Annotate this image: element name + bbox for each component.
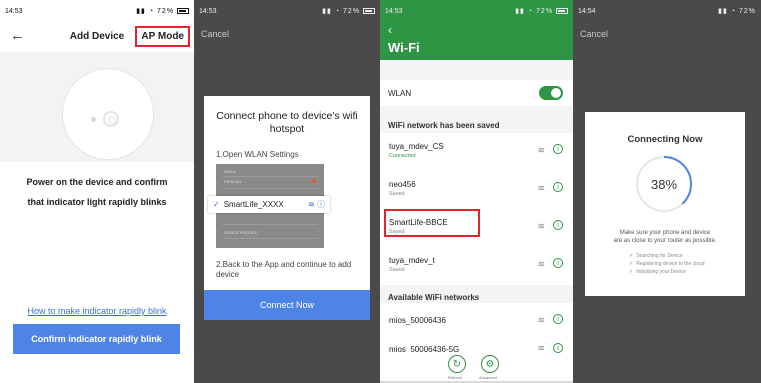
confirm-button[interactable]: Confirm indicator rapidly blink: [13, 324, 180, 354]
network-name: mios_50006436: [389, 316, 446, 325]
thumb-row-label: WLAN: [224, 169, 236, 174]
status-icons: ▮▮ ◔ 72%: [515, 7, 568, 15]
wifi-lock-icon: ≋: [537, 315, 545, 325]
info-icon[interactable]: i: [553, 144, 563, 154]
thumb-divider: [222, 188, 318, 189]
back-chevron-icon[interactable]: ‹: [388, 23, 392, 37]
thumb-divider: [222, 176, 318, 177]
indicator-ring: [103, 111, 119, 127]
ap-mode-button[interactable]: AP Mode: [135, 26, 190, 47]
add-device-screen: 14:53 ▮▮ ◔ 72% ← Add Device AP Mode Powe…: [0, 0, 194, 383]
info-icon[interactable]: i: [553, 258, 563, 268]
wifi-lock-icon: ≋: [537, 183, 545, 193]
wifi-icon: ≋: [537, 221, 545, 231]
step-item: ✓ Initializing your Device: [629, 269, 686, 275]
info-icon[interactable]: i: [553, 220, 563, 230]
check-icon: ✓: [629, 253, 634, 259]
info-icon[interactable]: i: [553, 343, 563, 353]
instruction-line-1: Power on the device and confirm: [26, 177, 168, 187]
wifi-lock-icon: ≋: [537, 259, 545, 269]
wifi-header: 14:53 ▮▮ ◔ 72% ‹ Wi-Fi: [380, 0, 573, 60]
network-row[interactable]: neo456 Saved ≋ i: [380, 171, 573, 209]
wifi-lock-icon: ≋: [537, 145, 545, 155]
refresh-icon[interactable]: ↻: [448, 355, 466, 373]
network-status: Saved: [389, 191, 405, 197]
status-time: 14:53: [385, 7, 403, 15]
status-icons: ▮▮ ◔ 72%: [718, 8, 756, 15]
status-icons: ▮▮ ◔ 72%: [322, 7, 375, 15]
refresh-label: Refresh: [448, 375, 463, 380]
network-name: neo456: [389, 180, 416, 189]
battery-icon: [556, 8, 568, 15]
info-icon[interactable]: i: [553, 182, 563, 192]
thumb-row-label: DEVICE PROFILE: [224, 230, 258, 235]
battery-icon: [363, 8, 375, 15]
network-name: tuya_mdev_CS: [389, 142, 444, 151]
indicator-dot: [91, 117, 96, 122]
status-time: 14:54: [578, 7, 596, 15]
status-bar: 14:54 ▮▮ ◔ 72%: [573, 0, 761, 22]
progress-percent: 38%: [650, 176, 678, 192]
battery-icon: [177, 8, 189, 15]
check-icon: ✓: [629, 261, 634, 267]
check-icon: ✓: [213, 200, 220, 209]
step-2-text: 2.Back to the App and continue to add de…: [216, 260, 352, 279]
help-link[interactable]: How to make indicator rapidly blink: [0, 306, 194, 316]
status-bar: 14:53 ▮▮ ◔ 72%: [0, 0, 194, 22]
dialog-title: Connect phone to device's wifi hotspot: [216, 110, 358, 135]
connect-hotspot-screen: 14:53 ▮▮ ◔ 72% Cancel Connect phone to d…: [194, 0, 380, 383]
highlight-box: [384, 209, 480, 237]
wifi-settings-screen: 14:53 ▮▮ ◔ 72% ‹ Wi-Fi WLAN WiFi network…: [380, 0, 573, 383]
gear-icon[interactable]: ⚙: [481, 355, 499, 373]
wlan-label: WLAN: [388, 89, 412, 98]
wlan-row: WLAN: [380, 80, 573, 106]
status-time: 14:53: [5, 7, 23, 15]
device-icon: [62, 68, 154, 160]
wlan-toggle[interactable]: [539, 86, 563, 100]
instruction-line-2: that indicator light rapidly blinks: [27, 197, 167, 207]
page-title: Wi-Fi: [388, 40, 420, 55]
network-row: ✓ SmartLife_XXXX ≋ ⓘ: [208, 196, 330, 213]
step-item: ✓ Searching for Device: [629, 253, 683, 259]
step-1-text: 1.Open WLAN Settings: [216, 150, 299, 159]
message-line-2: are as close to your router as possible.: [613, 238, 717, 244]
connecting-dialog: Connecting Now 38% Make sure your phone …: [585, 112, 745, 296]
network-row[interactable]: tuya_mdev_t Saved ≋ i: [380, 247, 573, 285]
available-networks-header: Available WiFi networks: [388, 293, 480, 302]
network-status: Connected: [389, 153, 416, 159]
cancel-button[interactable]: Cancel: [201, 29, 229, 39]
status-bar: 14:53 ▮▮ ◔ 72%: [380, 0, 573, 22]
dialog-title: Connecting Now: [627, 134, 703, 145]
status-icons: ▮▮ ◔ 72%: [136, 7, 189, 15]
connecting-screen: 14:54 ▮▮ ◔ 72% Cancel Connecting Now 38%…: [573, 0, 761, 383]
bottom-toolbar: ↻ Refresh ⚙ Advanced: [380, 353, 573, 383]
saved-networks-header: WiFi network has been saved: [388, 121, 500, 130]
network-name: SmartLife_XXXX: [223, 200, 284, 209]
thumb-row-label: PRIVLAN: [224, 179, 242, 184]
network-row[interactable]: tuya_mdev_CS Connected ≋ i: [380, 133, 573, 171]
step-item: ✓ Registering device to the cloud: [629, 261, 705, 267]
instruction-text: Power on the device and confirm that ind…: [10, 172, 184, 212]
header: ← Add Device AP Mode: [0, 22, 194, 52]
check-icon: ✓: [629, 269, 634, 275]
message-line-1: Make sure your phone and device: [619, 230, 711, 236]
connect-now-button[interactable]: Connect Now: [204, 290, 370, 320]
wifi-info-icon: ≋ ⓘ: [308, 200, 325, 209]
status-time: 14:53: [199, 7, 217, 15]
network-row[interactable]: mios_50006436 ≋ i: [380, 303, 573, 337]
thumb-divider: [222, 224, 318, 225]
network-name: tuya_mdev_t: [389, 256, 435, 265]
info-icon[interactable]: i: [553, 314, 563, 324]
toggle-dot: [312, 179, 316, 183]
proximity-message: Make sure your phone and device are as c…: [591, 229, 739, 245]
thumb-divider: [222, 238, 318, 239]
tutorial-strip: 14:53 ▮▮ ◔ 72% ← Add Device AP Mode Powe…: [0, 0, 761, 383]
network-status: Saved: [389, 267, 405, 273]
cancel-button[interactable]: Cancel: [580, 29, 608, 39]
hotspot-dialog: Connect phone to device's wifi hotspot 1…: [204, 96, 370, 320]
advanced-label: Advanced: [479, 375, 497, 380]
status-bar: 14:53 ▮▮ ◔ 72%: [194, 0, 380, 22]
